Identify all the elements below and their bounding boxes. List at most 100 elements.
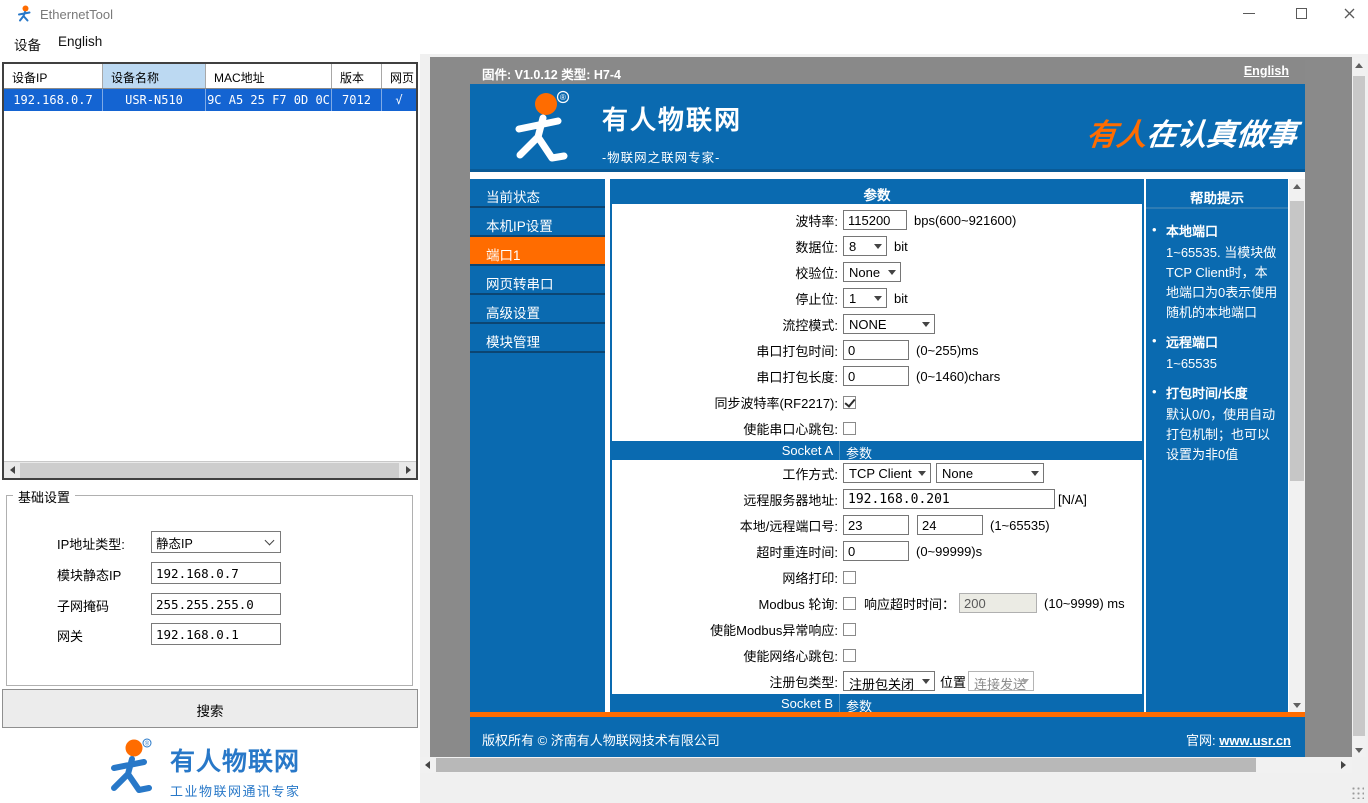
modbus-checkbox[interactable]	[843, 596, 856, 610]
site-link[interactable]: www.usr.cn	[1219, 733, 1291, 748]
outer-vertical-scrollbar[interactable]	[1352, 58, 1366, 757]
menu-english[interactable]: English	[52, 32, 108, 51]
modbus-timeout-suffix: (10~9999) ms	[1044, 595, 1125, 611]
server-input[interactable]: 192.168.0.201	[843, 489, 1055, 509]
page-content: 当前状态 本机IP设置 端口1 网页转串口 高级设置 模块管理 参数 波特率: …	[470, 175, 1305, 714]
packtime-input[interactable]: 0	[843, 340, 909, 360]
net-heartbeat-row: 使能网络心跳包:	[612, 642, 1142, 668]
logo-tagline: 工业物联网通讯专家	[170, 784, 301, 799]
modbus-timeout-input[interactable]: 200	[959, 593, 1038, 613]
scroll-left-icon[interactable]	[4, 462, 20, 478]
scroll-down-icon[interactable]	[1289, 698, 1305, 712]
page-vertical-scrollbar[interactable]	[1289, 179, 1305, 712]
nav-advanced[interactable]: 高级设置	[470, 295, 605, 324]
net-heartbeat-checkbox[interactable]	[843, 648, 856, 662]
reconnect-input[interactable]: 0	[843, 541, 909, 561]
scroll-right-icon[interactable]	[1336, 757, 1350, 773]
col-mac[interactable]: MAC地址	[206, 64, 332, 88]
scrollbar-thumb[interactable]	[1353, 76, 1365, 736]
scroll-up-icon[interactable]	[1289, 179, 1305, 193]
nav-local-ip[interactable]: 本机IP设置	[470, 208, 605, 237]
packlen-label: 串口打包长度:	[756, 369, 838, 385]
scroll-up-icon[interactable]	[1352, 58, 1366, 72]
col-version[interactable]: 版本	[332, 64, 382, 88]
english-link[interactable]: English	[1244, 64, 1289, 78]
close-icon	[1344, 8, 1354, 18]
scrollbar-thumb[interactable]	[436, 758, 1256, 772]
help-item-body: 1~65535. 当模块做TCP Client时，本地端口为0表示使用随机的本地…	[1166, 245, 1278, 320]
maximize-button[interactable]	[1284, 0, 1318, 26]
left-panel: 设备IP 设备名称 MAC地址 版本 网页 192.168.0.7 USR-N5…	[0, 54, 420, 803]
remote-port-input[interactable]: 24	[917, 515, 983, 535]
gateway-input[interactable]: 192.168.0.1	[151, 623, 281, 645]
flow-select[interactable]: NONE	[843, 314, 935, 334]
minimize-icon	[1243, 12, 1255, 14]
scroll-left-icon[interactable]	[420, 757, 434, 773]
outer-horizontal-scrollbar[interactable]	[420, 757, 1352, 773]
rf2217-checkbox[interactable]	[843, 395, 856, 409]
browser-stage: 固件: V1.0.12 类型: H7-4 English ® 有人物联网 -物联…	[430, 57, 1352, 757]
params-form: 参数 波特率: 115200 bps(600~921600) 数据位: 8 bi…	[610, 175, 1144, 714]
help-item-remote-port: • 远程端口 1~65535	[1152, 332, 1280, 374]
socket-b-bar: Socket B 参数	[612, 694, 1142, 714]
nav-current-status[interactable]: 当前状态	[470, 179, 605, 208]
regpkt-pos-select[interactable]: 连接发送	[968, 671, 1035, 692]
netprint-checkbox[interactable]	[843, 570, 856, 584]
socket-a-bar: Socket A 参数	[612, 441, 1142, 461]
socket-b-params-label: 参数	[846, 699, 873, 714]
scroll-right-icon[interactable]	[400, 462, 416, 478]
slogan-accent: 有人	[1084, 119, 1149, 152]
svg-text:®: ®	[560, 93, 566, 102]
packtime-label: 串口打包时间:	[756, 343, 838, 359]
embedded-browser: 固件: V1.0.12 类型: H7-4 English ® 有人物联网 -物联…	[470, 60, 1305, 757]
scrollbar-thumb[interactable]	[20, 463, 399, 478]
stopbits-select[interactable]: 1	[843, 288, 887, 308]
scrollbar-thumb[interactable]	[1290, 201, 1304, 481]
col-device-name[interactable]: 设备名称	[103, 64, 206, 88]
netprint-row: 网络打印:	[612, 564, 1142, 590]
nav-web-to-serial[interactable]: 网页转串口	[470, 266, 605, 295]
help-item-body: 1~65535	[1166, 356, 1217, 371]
usr-logo: ® 有人物联网 工业物联网通讯专家	[104, 738, 334, 800]
databits-label: 数据位:	[795, 239, 838, 255]
serial-heartbeat-checkbox[interactable]	[843, 421, 856, 435]
flow-label: 流控模式:	[782, 317, 838, 333]
table-horizontal-scrollbar[interactable]	[4, 461, 416, 478]
static-ip-input[interactable]: 192.168.0.7	[151, 562, 281, 584]
subnet-mask-input[interactable]: 255.255.255.0	[151, 593, 281, 615]
workmode-sub-select[interactable]: None	[936, 463, 1044, 483]
nav-port1[interactable]: 端口1	[470, 237, 605, 266]
ports-suffix: (1~65535)	[990, 517, 1050, 533]
page-banner: ® 有人物联网 -物联网之联网专家- 有人在认真做事	[470, 84, 1305, 172]
modbus-exc-checkbox[interactable]	[843, 622, 856, 636]
databits-select[interactable]: 8	[843, 236, 887, 256]
workmode-select[interactable]: TCP Client	[843, 463, 931, 483]
col-web[interactable]: 网页	[382, 64, 416, 88]
baud-input[interactable]: 115200	[843, 210, 907, 230]
col-device-ip[interactable]: 设备IP	[4, 64, 103, 88]
local-port-input[interactable]: 23	[843, 515, 909, 535]
menu-device[interactable]: 设备	[8, 32, 47, 56]
ip-type-select[interactable]: 静态IP	[151, 531, 281, 553]
resize-grip[interactable]	[1350, 785, 1364, 799]
search-button[interactable]: 搜索	[2, 689, 418, 728]
params-body: 波特率: 115200 bps(600~921600) 数据位: 8 bit 校…	[610, 204, 1144, 714]
modbus-exc-row: 使能Modbus异常响应:	[612, 616, 1142, 642]
regpkt-select[interactable]: 注册包关闭	[843, 671, 935, 692]
close-button[interactable]	[1332, 0, 1366, 26]
window-title: EthernetTool	[40, 7, 113, 22]
minimize-button[interactable]	[1232, 0, 1266, 26]
stopbits-suffix: bit	[894, 290, 908, 306]
logo-brand-text: 有人物联网	[170, 748, 301, 776]
parity-select[interactable]: None	[843, 262, 901, 282]
ip-type-label: IP地址类型:	[57, 537, 125, 552]
baud-suffix: bps(600~921600)	[914, 212, 1017, 228]
socket-a-title: Socket A	[612, 441, 840, 460]
site-label: 官网:	[1186, 733, 1220, 748]
regpkt-pos-label: 位置	[940, 674, 967, 690]
table-row[interactable]: 192.168.0.7 USR-N510 9C A5 25 F7 0D 0C 7…	[4, 89, 416, 111]
packlen-input[interactable]: 0	[843, 366, 909, 386]
copyright-text: 版权所有 © 济南有人物联网技术有限公司	[482, 733, 720, 748]
scroll-down-icon[interactable]	[1352, 743, 1366, 757]
nav-module-mgmt[interactable]: 模块管理	[470, 324, 605, 353]
